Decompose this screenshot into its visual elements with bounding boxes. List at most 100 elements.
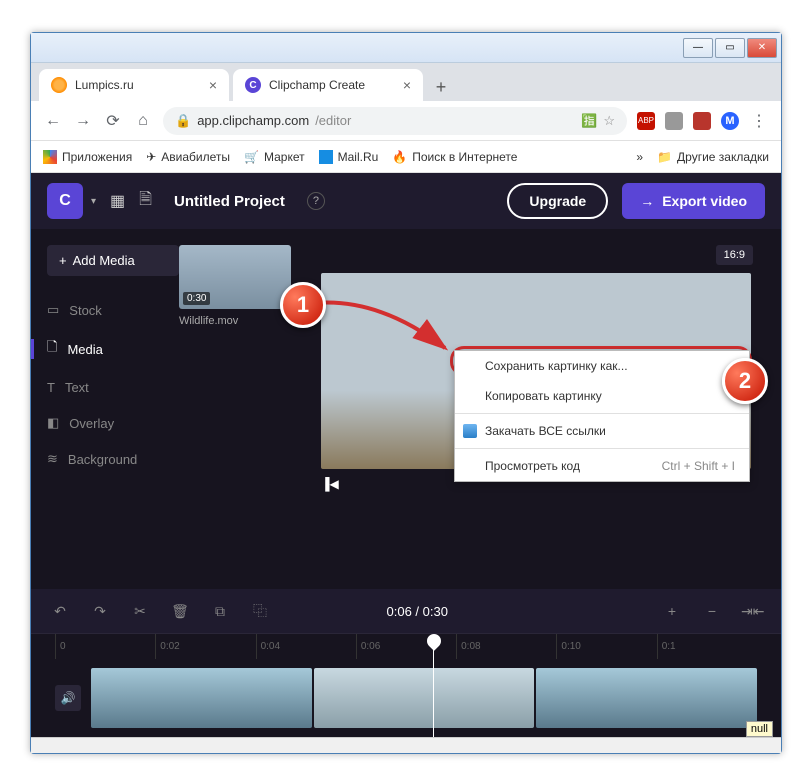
bookmark-search[interactable]: 🔥Поиск в Интернете [392,150,517,164]
undo-icon[interactable]: ↶ [49,603,71,620]
bookmarks-bar: Приложения ✈Авиабилеты 🛒Маркет Mail.Ru 🔥… [31,141,781,173]
timeline-clip[interactable] [314,668,535,728]
address-bar: ← → ⟳ ⌂ 🔒 app.clipchamp.com/editor 🈯 ☆ A… [31,101,781,141]
fit-icon[interactable]: ⇥⇤ [741,603,763,620]
export-button[interactable]: →Export video [622,183,765,219]
zoom-in-icon[interactable]: + [661,603,683,620]
horizontal-scrollbar[interactable] [31,737,781,753]
reload-icon[interactable]: ⟳ [103,111,123,131]
ctx-download-all[interactable]: Закачать ВСЕ ссылки [455,416,749,446]
new-tab-button[interactable]: + [427,73,455,101]
more-icon[interactable]: » [636,150,643,164]
thumb-filename: Wildlife.mov [179,315,291,327]
text-icon: T [47,380,55,395]
profile-avatar[interactable]: M [721,112,739,130]
translate-icon[interactable]: 🈯 [581,113,597,129]
extension-icon[interactable] [693,112,711,130]
bookmark-mail[interactable]: Mail.Ru [319,150,379,164]
tick: 0:06 [356,634,456,659]
sidebar-item-stock[interactable]: ▭Stock [47,292,179,328]
cart-icon: 🛒 [244,150,259,164]
timeline-ruler[interactable]: 0 0:02 0:04 0:06 0:08 0:10 0:1 [31,633,781,659]
cut-icon[interactable]: ✂ [129,603,151,620]
download-icon [463,424,477,438]
tab-title: Clipchamp Create [269,78,365,92]
redo-icon[interactable]: ↷ [89,603,111,620]
favicon-clipchamp: C [245,77,261,93]
layers-icon: ≋ [47,451,58,467]
timeline-toolbar: ↶ ↷ ✂ 🗑 ⧉ ⿻ 0:06 / 0:30 + − ⇥⇤ [31,589,781,633]
document-icon[interactable]: 🗎 [139,188,152,215]
duplicate-icon[interactable]: ⿻ [249,601,271,621]
media-icon: 🗋 [47,338,57,360]
tab-clipchamp[interactable]: C Clipchamp Create × [233,69,423,101]
aspect-ratio[interactable]: 16:9 [716,245,753,265]
back-icon[interactable]: ← [43,112,63,130]
tick: 0:02 [155,634,255,659]
sidebar-item-background[interactable]: ≋Background [47,441,179,477]
apps-icon [43,150,57,164]
bookmark-apps[interactable]: Приложения [43,150,132,164]
prev-frame-icon[interactable]: ▐◀ [321,477,339,585]
url-field[interactable]: 🔒 app.clipchamp.com/editor 🈯 ☆ [163,107,627,135]
context-menu: Сохранить картинку как... Копировать кар… [454,350,750,482]
close-icon[interactable]: × [403,77,411,93]
project-title[interactable]: Untitled Project [174,193,285,210]
sidebar-item-overlay[interactable]: ◧Overlay [47,405,179,441]
titlebar: — ▭ ✕ [31,33,781,63]
tab-title: Lumpics.ru [75,78,134,92]
sidebar: +Add Media ▭Stock 🗋Media TText ◧Overlay … [31,229,179,589]
ctx-copy-image[interactable]: Копировать картинку [455,381,749,411]
url-host: app.clipchamp.com [197,113,309,128]
delete-icon[interactable]: 🗑 [169,603,191,620]
add-media-button[interactable]: +Add Media [47,245,179,276]
copy-icon[interactable]: ⧉ [209,603,231,620]
minimize-button[interactable]: — [683,38,713,58]
volume-icon[interactable]: 🔊 [55,685,81,711]
star-icon[interactable]: ☆ [603,113,615,129]
timeline-clip[interactable] [536,668,757,728]
home-icon[interactable]: ⌂ [133,112,153,130]
sidebar-item-media[interactable]: 🗋Media [47,328,179,370]
tick: 0:08 [456,634,556,659]
plus-icon: + [59,253,67,268]
ctx-inspect[interactable]: Просмотреть кодCtrl + Shift + I [455,451,749,481]
maximize-button[interactable]: ▭ [715,38,745,58]
tick: 0 [55,634,155,659]
extension-icon[interactable] [665,112,683,130]
sidebar-item-text[interactable]: TText [47,370,179,405]
browser-tabs: Lumpics.ru × C Clipchamp Create × + [31,63,781,101]
chevron-down-icon[interactable]: ▾ [91,196,96,207]
close-button[interactable]: ✕ [747,38,777,58]
annotation-badge-2: 2 [722,358,768,404]
app-logo[interactable]: C [47,183,83,219]
tick: 0:1 [657,634,757,659]
close-icon[interactable]: × [209,77,217,93]
tick: 0:04 [256,634,356,659]
bookmark-other[interactable]: 📁Другие закладки [657,150,769,164]
timeline-time: 0:06 / 0:30 [387,604,448,619]
help-icon[interactable]: ? [307,192,325,210]
ctx-save-image[interactable]: Сохранить картинку как... [455,351,749,381]
search-icon: 🔥 [392,150,407,164]
bookmark-market[interactable]: 🛒Маркет [244,150,305,164]
zoom-out-icon[interactable]: − [701,603,723,620]
timeline-track[interactable]: 🔊 [31,659,781,737]
favicon-lumpics [51,77,67,93]
media-panel: 0:30 Wildlife.mov [179,229,291,589]
stock-icon: ▭ [47,302,59,318]
plane-icon: ✈ [146,150,156,164]
video-icon[interactable]: ▦ [110,191,125,211]
adblock-icon[interactable]: ABP [637,112,655,130]
tick: 0:10 [556,634,656,659]
menu-icon[interactable]: ⋮ [749,111,769,131]
arrow-right-icon: → [640,193,654,209]
tab-lumpics[interactable]: Lumpics.ru × [39,69,229,101]
folder-icon: 📁 [657,150,672,164]
bookmark-avia[interactable]: ✈Авиабилеты [146,150,230,164]
forward-icon[interactable]: → [73,112,93,130]
upgrade-button[interactable]: Upgrade [507,183,608,219]
media-thumbnail[interactable]: 0:30 [179,245,291,309]
lock-icon: 🔒 [175,113,191,129]
timeline-clip[interactable] [91,668,312,728]
